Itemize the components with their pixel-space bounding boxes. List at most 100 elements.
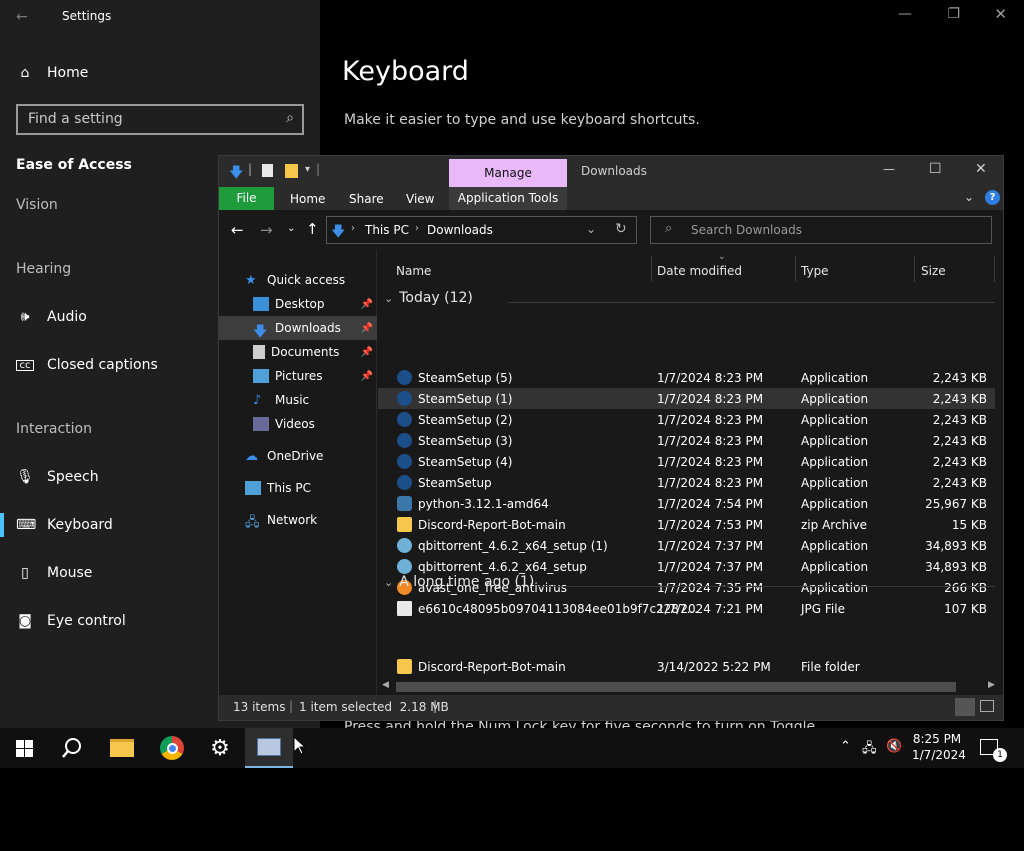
pin-icon[interactable]: 📌 xyxy=(361,371,373,382)
search-icon: ⌕ xyxy=(665,221,673,236)
close-icon[interactable]: ✕ xyxy=(975,161,987,177)
pin-icon[interactable]: 📌 xyxy=(361,347,373,358)
nav-home[interactable]: ⌂ Home xyxy=(0,53,320,93)
restore-icon[interactable]: ❐ xyxy=(947,6,960,22)
file-type: Application xyxy=(801,392,869,406)
horizontal-scrollbar[interactable]: ◀ ▶ xyxy=(378,679,1003,695)
settings-search-box[interactable]: Find a setting ⌕ xyxy=(16,104,304,135)
scroll-left-icon[interactable]: ◀ xyxy=(382,680,389,690)
new-folder-icon[interactable] xyxy=(285,164,298,178)
group-long-ago-label: A long time ago (1) xyxy=(399,574,535,590)
volume-muted-icon[interactable]: 🔇 xyxy=(886,739,902,754)
file-type: Application xyxy=(801,434,869,448)
column-date-modified[interactable]: Date modified xyxy=(657,264,742,278)
scroll-right-icon[interactable]: ▶ xyxy=(988,680,995,690)
tab-view[interactable]: View xyxy=(406,192,434,206)
file-row[interactable]: Discord-Report-Bot-main 3/14/2022 5:22 PM… xyxy=(378,656,995,677)
file-row[interactable]: SteamSetup (4) 1/7/2024 8:23 PM Applicatio… xyxy=(378,451,995,472)
minimize-icon[interactable]: — xyxy=(898,6,912,22)
file-row[interactable]: SteamSetup (5) 1/7/2024 8:23 PM Applicatio… xyxy=(378,367,995,388)
file-row[interactable]: SteamSetup (3) 1/7/2024 8:23 PM Applicatio… xyxy=(378,430,995,451)
file-type: Application xyxy=(801,539,869,553)
file-row[interactable]: SteamSetup (2) 1/7/2024 8:23 PM Applicatio… xyxy=(378,409,995,430)
chevron-down-icon[interactable]: ⌄ xyxy=(586,222,596,236)
nav-documents[interactable]: Documents 📌 xyxy=(219,340,377,364)
qbittorrent-icon xyxy=(397,538,412,553)
settings-taskbar-button[interactable]: ⚙ xyxy=(196,728,244,768)
search-button[interactable] xyxy=(48,728,96,768)
nav-music[interactable]: ♪ Music xyxy=(219,388,377,412)
file-row[interactable]: e6610c48095b09704113084ee01b9f7c2287... 1… xyxy=(378,598,995,619)
pin-icon[interactable]: 📌 xyxy=(361,323,373,334)
up-arrow-icon[interactable]: ↑ xyxy=(306,220,319,238)
nav-desktop-label: Desktop xyxy=(275,297,325,311)
network-tray-icon[interactable]: 🖧 xyxy=(862,739,877,761)
ribbon-expand-icon[interactable]: ⌄ xyxy=(964,190,974,204)
column-size[interactable]: Size xyxy=(921,264,946,278)
file-type: Application xyxy=(801,560,869,574)
refresh-icon[interactable]: ↻ xyxy=(615,221,627,237)
back-arrow-icon[interactable]: ← xyxy=(16,9,28,25)
clock-time: 8:25 PM xyxy=(912,732,962,746)
recent-locations-icon[interactable]: ⌄ xyxy=(287,223,295,234)
column-type[interactable]: Type xyxy=(801,264,829,278)
address-bar[interactable]: 🡇 › This PC › Downloads ⌄ ↻ xyxy=(326,216,637,244)
nav-eye-control-label: Eye control xyxy=(47,613,126,629)
file-row[interactable]: qbittorrent_4.6.2_x64_setup (1) 1/7/2024 … xyxy=(378,535,995,556)
back-arrow-icon[interactable]: ← xyxy=(231,221,244,239)
large-icons-view-icon[interactable] xyxy=(980,700,994,712)
file-row[interactable]: python-3.12.1-amd64 1/7/2024 7:54 PM Appli… xyxy=(378,493,995,514)
breadcrumb-downloads[interactable]: Downloads xyxy=(427,223,493,237)
tab-manage[interactable]: Manage xyxy=(449,159,567,187)
maximize-icon[interactable]: ☐ xyxy=(929,161,942,177)
clock[interactable]: 8:25 PM 1/7/2024 xyxy=(912,731,966,763)
file-type: Application xyxy=(801,497,869,511)
properties-icon[interactable] xyxy=(262,164,273,177)
search-icon[interactable]: ⌕ xyxy=(286,110,294,126)
breadcrumb-this-pc[interactable]: This PC xyxy=(365,223,409,237)
nav-this-pc[interactable]: This PC xyxy=(219,476,377,500)
details-view-icon[interactable] xyxy=(955,698,975,716)
nav-videos[interactable]: Videos xyxy=(219,412,377,436)
chevron-up-icon[interactable]: ⌃ xyxy=(840,739,851,754)
file-size: 34,893 KB xyxy=(925,560,987,574)
tab-home[interactable]: Home xyxy=(290,192,325,206)
steam-setup-taskbar-button[interactable] xyxy=(245,728,293,768)
mouse-cursor-icon xyxy=(294,737,306,755)
file-type: File folder xyxy=(801,660,860,674)
file-date-modified: 1/7/2024 7:37 PM xyxy=(657,560,764,574)
minimize-icon[interactable]: — xyxy=(883,162,895,176)
qat-dropdown-icon[interactable]: ▾ xyxy=(305,164,310,175)
chevron-down-icon: ⌄ xyxy=(384,575,394,589)
installer-icon xyxy=(257,738,281,756)
column-name[interactable]: Name xyxy=(396,264,431,278)
start-button[interactable] xyxy=(0,728,48,768)
tab-application-tools[interactable]: Application Tools xyxy=(449,187,567,210)
file-size: 2,243 KB xyxy=(932,413,987,427)
file-row[interactable]: SteamSetup (1) 1/7/2024 8:23 PM Applicatio… xyxy=(378,388,995,409)
file-size: 2,243 KB xyxy=(932,371,987,385)
file-explorer-taskbar-button[interactable] xyxy=(98,728,146,768)
forward-arrow-icon[interactable]: → xyxy=(260,221,273,239)
pin-icon[interactable]: 📌 xyxy=(361,299,373,310)
group-header-today[interactable]: ⌄ Today (12) xyxy=(384,290,473,306)
help-icon[interactable]: ? xyxy=(985,190,1000,205)
search-box[interactable]: ⌕ Search Downloads xyxy=(650,216,992,244)
nav-quick-access[interactable]: ★ Quick access xyxy=(219,268,377,292)
chrome-taskbar-button[interactable] xyxy=(148,728,196,768)
steam-icon xyxy=(397,412,412,427)
nav-desktop[interactable]: Desktop 📌 xyxy=(219,292,377,316)
nav-onedrive[interactable]: ☁ OneDrive xyxy=(219,444,377,468)
nav-network[interactable]: 🖧 Network xyxy=(219,508,377,532)
nav-pictures[interactable]: Pictures 📌 xyxy=(219,364,377,388)
file-name: SteamSetup (3) xyxy=(418,434,513,448)
star-icon: ★ xyxy=(245,273,257,288)
group-header-long-ago[interactable]: ⌄ A long time ago (1) xyxy=(384,574,534,590)
file-row[interactable]: Discord-Report-Bot-main 1/7/2024 7:53 PM z… xyxy=(378,514,995,535)
tab-file[interactable]: File xyxy=(219,187,274,210)
scrollbar-thumb[interactable] xyxy=(396,682,956,692)
file-row[interactable]: SteamSetup 1/7/2024 8:23 PM Application 2,2… xyxy=(378,472,995,493)
nav-downloads[interactable]: 🡇 Downloads 📌 xyxy=(219,316,377,340)
tab-share[interactable]: Share xyxy=(349,192,384,206)
close-icon[interactable]: ✕ xyxy=(994,5,1007,23)
